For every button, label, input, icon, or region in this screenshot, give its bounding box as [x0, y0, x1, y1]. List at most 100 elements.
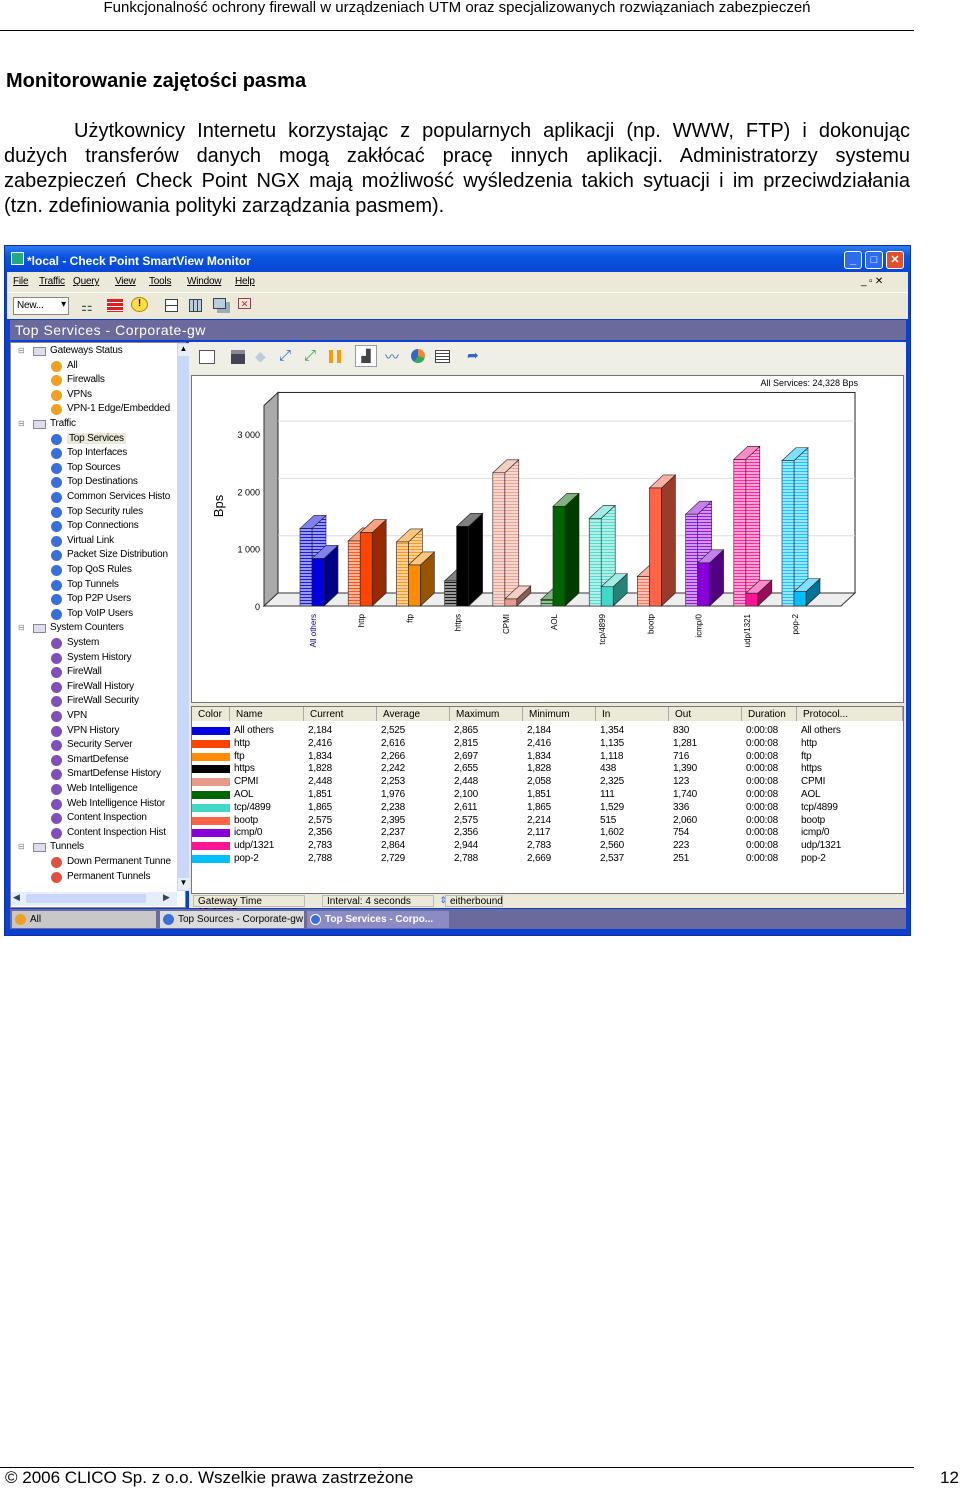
task-top-services[interactable]: Top Services - Corpo...: [307, 911, 449, 928]
tree-item[interactable]: FireWall Security: [67, 695, 139, 706]
column-header[interactable]: Average: [377, 707, 450, 721]
collapse-toggle[interactable]: ⊟: [18, 346, 25, 355]
column-header[interactable]: Color: [192, 707, 230, 721]
tree-item[interactable]: VPN: [67, 710, 87, 721]
column-header[interactable]: Protocol...: [797, 707, 903, 721]
tree-group[interactable]: Gateways Status: [50, 345, 123, 356]
menu-view[interactable]: View: [115, 276, 136, 287]
fit-icon[interactable]: ⤢: [304, 347, 316, 364]
tree-item[interactable]: VPN-1 Edge/Embedded: [67, 403, 170, 414]
view-title-bar: Top Services - Corporate-gw: [10, 320, 906, 340]
tree-item[interactable]: Top Tunnels: [67, 579, 119, 590]
close-all-icon[interactable]: ✕: [238, 298, 251, 309]
expand-icon[interactable]: ⤢: [279, 347, 291, 364]
firewall-icon[interactable]: [107, 299, 123, 312]
tree-item[interactable]: VPNs: [67, 389, 92, 400]
scroll-up-icon[interactable]: ▲: [178, 344, 189, 356]
tile-horizontal-icon[interactable]: [165, 299, 178, 312]
tree-item[interactable]: Web Intelligence Histor: [67, 798, 165, 809]
tree-item[interactable]: Top Connections: [67, 520, 139, 531]
bar-chart-icon[interactable]: ▟: [355, 345, 377, 367]
tree-item[interactable]: Permanent Tunnels: [67, 871, 151, 882]
tree-item[interactable]: SmartDefense: [67, 754, 129, 765]
tree-item[interactable]: Firewalls: [67, 374, 105, 385]
menu-tools[interactable]: Tools: [149, 276, 172, 287]
page-number: 12: [940, 1468, 959, 1487]
maximize-button[interactable]: □: [865, 251, 883, 269]
tree-item[interactable]: Web Intelligence: [67, 783, 138, 794]
cascade-icon[interactable]: [213, 298, 226, 309]
tree-item[interactable]: SmartDefense History: [67, 768, 161, 779]
tree-item[interactable]: All: [67, 360, 78, 371]
tree-item[interactable]: Top VoIP Users: [67, 608, 133, 619]
tree-item[interactable]: Top P2P Users: [67, 593, 131, 604]
tree-item[interactable]: System History: [67, 652, 132, 663]
column-header[interactable]: In: [596, 707, 669, 721]
scroll-right-icon[interactable]: ▶: [163, 892, 170, 903]
tree-item[interactable]: Content Inspection: [67, 812, 147, 823]
tree-item[interactable]: Top Security rules: [67, 506, 143, 517]
tree-item[interactable]: System: [67, 637, 99, 648]
scroll-down-icon[interactable]: ▼: [178, 878, 189, 890]
close-button[interactable]: ✕: [886, 251, 904, 269]
menu-window[interactable]: Window: [187, 276, 222, 287]
collapse-toggle[interactable]: ⊟: [18, 419, 25, 428]
table-cell: CPMI: [801, 776, 826, 788]
column-header[interactable]: Minimum: [523, 707, 596, 721]
tree-item[interactable]: Common Services Histo: [67, 491, 170, 502]
tree-group[interactable]: System Counters: [50, 622, 124, 633]
scroll-left-icon[interactable]: ◀: [13, 892, 20, 903]
column-header[interactable]: Name: [230, 707, 304, 721]
tree-group[interactable]: Traffic: [50, 418, 76, 429]
list-view-icon[interactable]: [435, 350, 450, 363]
task-all[interactable]: All: [12, 911, 156, 928]
tree-item[interactable]: Virtual Link: [67, 535, 114, 546]
new-dropdown[interactable]: New... ▾: [13, 297, 69, 315]
mdi-controls[interactable]: _ ▫ ✕: [861, 276, 883, 287]
save-icon[interactable]: [231, 350, 245, 364]
table-cell: All others: [801, 725, 841, 736]
bar-in: [444, 580, 457, 607]
menu-traffic[interactable]: Traffic: [39, 276, 65, 287]
interval-spinner[interactable]: Interval: 4 seconds ⇕: [322, 895, 447, 907]
column-header[interactable]: Maximum: [450, 707, 523, 721]
tree-item[interactable]: Top Interfaces: [67, 447, 127, 458]
tree-item[interactable]: Content Inspection Hist: [67, 827, 166, 838]
tree-item[interactable]: Top Destinations: [67, 476, 138, 487]
bar-out: [649, 487, 662, 607]
line-chart-icon[interactable]: 〰: [385, 347, 399, 367]
scroll-thumb[interactable]: [26, 894, 146, 903]
sidebar-horizontal-scrollbar[interactable]: ◀ ▶: [11, 892, 177, 906]
tree-item[interactable]: Top Services: [67, 432, 126, 444]
topology-icon[interactable]: ⚏: [81, 299, 93, 315]
tree-item[interactable]: Top QoS Rules: [67, 564, 132, 575]
tree-group[interactable]: Tunnels: [50, 841, 84, 852]
tree-item[interactable]: FireWall History: [67, 681, 134, 692]
tree-item[interactable]: VPN History: [67, 725, 119, 736]
collapse-toggle[interactable]: ⊟: [18, 623, 25, 632]
minimize-button[interactable]: _: [844, 251, 862, 269]
tile-vertical-icon[interactable]: [189, 299, 202, 312]
export-icon[interactable]: ➦: [467, 347, 479, 364]
properties-icon[interactable]: [199, 350, 215, 364]
alert-icon[interactable]: !: [131, 297, 148, 312]
y-tick-label: 3 000: [237, 430, 260, 440]
tree-item[interactable]: Packet Size Distribution: [67, 549, 168, 560]
column-header[interactable]: Current: [304, 707, 377, 721]
column-header[interactable]: Out: [669, 707, 742, 721]
traffic-icon: [51, 565, 62, 576]
bar-out-side: [564, 492, 580, 607]
tree-item[interactable]: Security Server: [67, 739, 133, 750]
task-top-sources[interactable]: Top Sources - Corporate-gw: [160, 911, 304, 928]
tree-item[interactable]: FireWall: [67, 666, 102, 677]
traffic-icon: [51, 433, 62, 445]
column-header[interactable]: Duration: [742, 707, 797, 721]
menu-query[interactable]: Query: [73, 276, 99, 287]
pie-chart-icon[interactable]: [411, 349, 425, 363]
tree-item[interactable]: Down Permanent Tunne: [67, 856, 171, 867]
menu-file[interactable]: File: [13, 276, 29, 287]
pause-icon[interactable]: [329, 350, 341, 363]
tree-item[interactable]: Top Sources: [67, 462, 121, 473]
menu-help[interactable]: Help: [235, 276, 255, 287]
collapse-toggle[interactable]: ⊟: [18, 842, 25, 851]
